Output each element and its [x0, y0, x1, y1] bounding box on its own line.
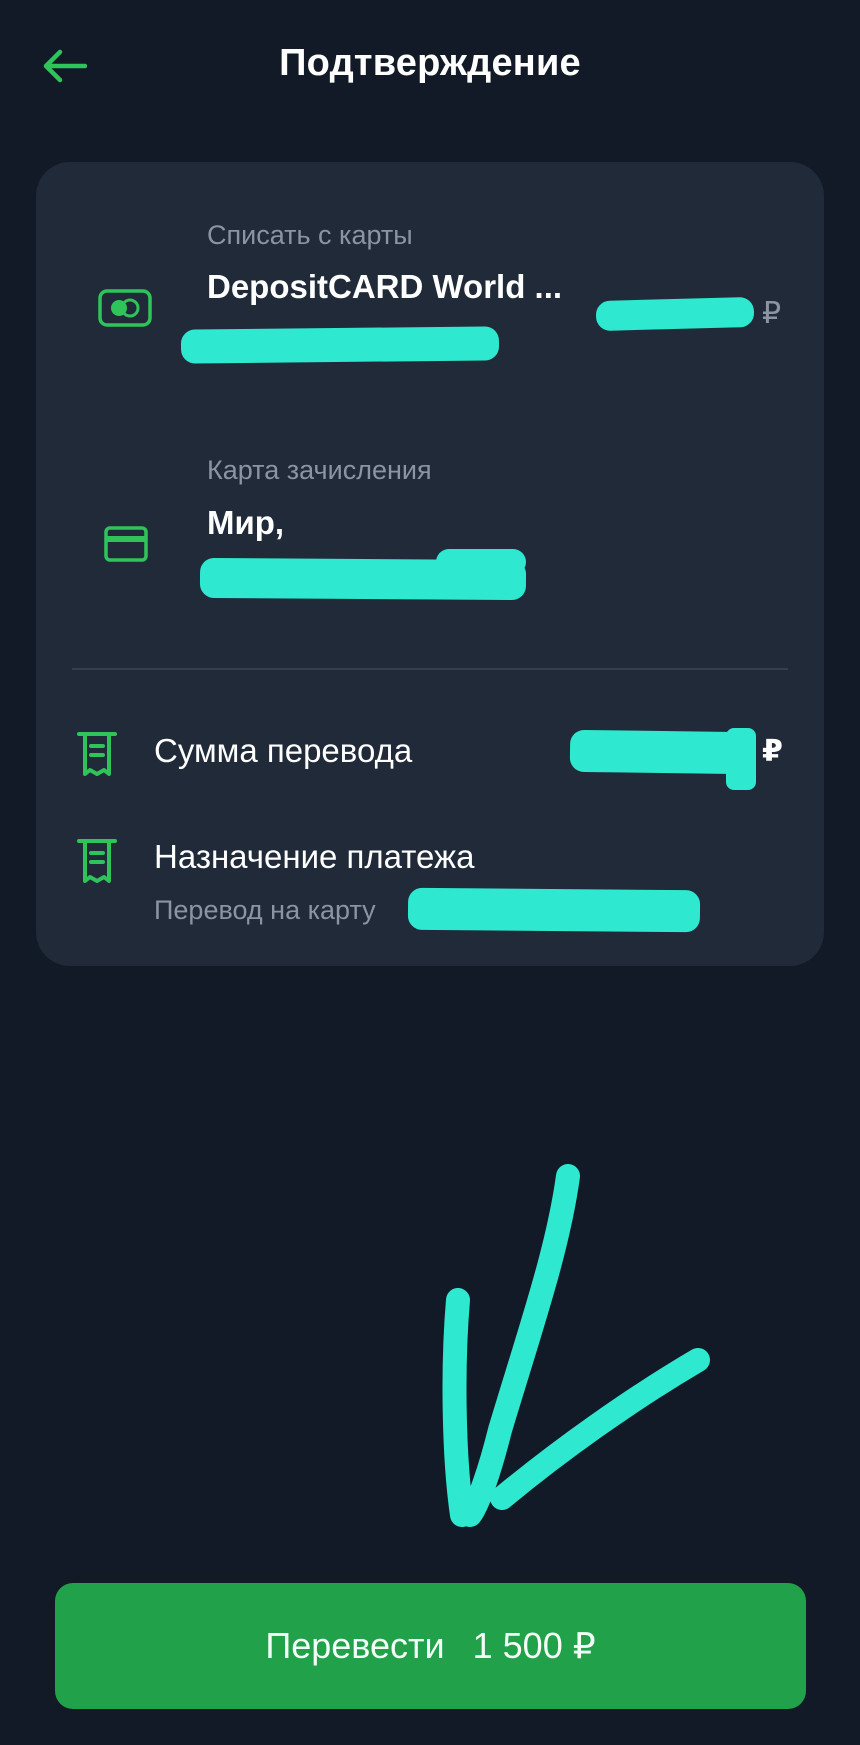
credit-card-icon [104, 526, 148, 562]
debit-card-name: DepositCARD World ... [207, 268, 563, 305]
credit-card-name: Мир, [207, 504, 285, 541]
credit-card-label: Карта зачисления [207, 455, 432, 485]
submit-button-amount: 1 500 ₽ [472, 1625, 596, 1666]
transfer-summary-card: Списать с карты DepositCARD World ... ₽ … [36, 162, 824, 966]
debit-card-toggle-icon [98, 289, 152, 327]
redacted-balance [595, 296, 755, 332]
header: Подтверждение [0, 0, 860, 135]
payment-purpose-value: Перевод на карту [154, 895, 376, 925]
receipt-icon [76, 837, 118, 885]
redacted-purpose-card [407, 887, 701, 933]
debit-card-label: Списать с карты [207, 220, 413, 250]
debit-currency-sign: ₽ [762, 297, 782, 330]
payment-purpose-label: Назначение платежа [154, 838, 475, 875]
redacted-card-number [180, 326, 500, 364]
redacted-transfer-amount-tail [726, 728, 756, 790]
transfer-currency-sign: ₽ [762, 735, 783, 768]
page-title: Подтверждение [279, 42, 581, 84]
transfer-submit-button[interactable]: Перевести 1 500 ₽ [55, 1583, 806, 1709]
divider [72, 668, 788, 670]
redacted-transfer-amount [569, 729, 749, 775]
transfer-amount-label: Сумма перевода [154, 732, 413, 769]
receipt-icon [76, 730, 118, 778]
submit-button-label: Перевести [265, 1625, 445, 1666]
redacted-recipient-card-extra [436, 549, 526, 575]
